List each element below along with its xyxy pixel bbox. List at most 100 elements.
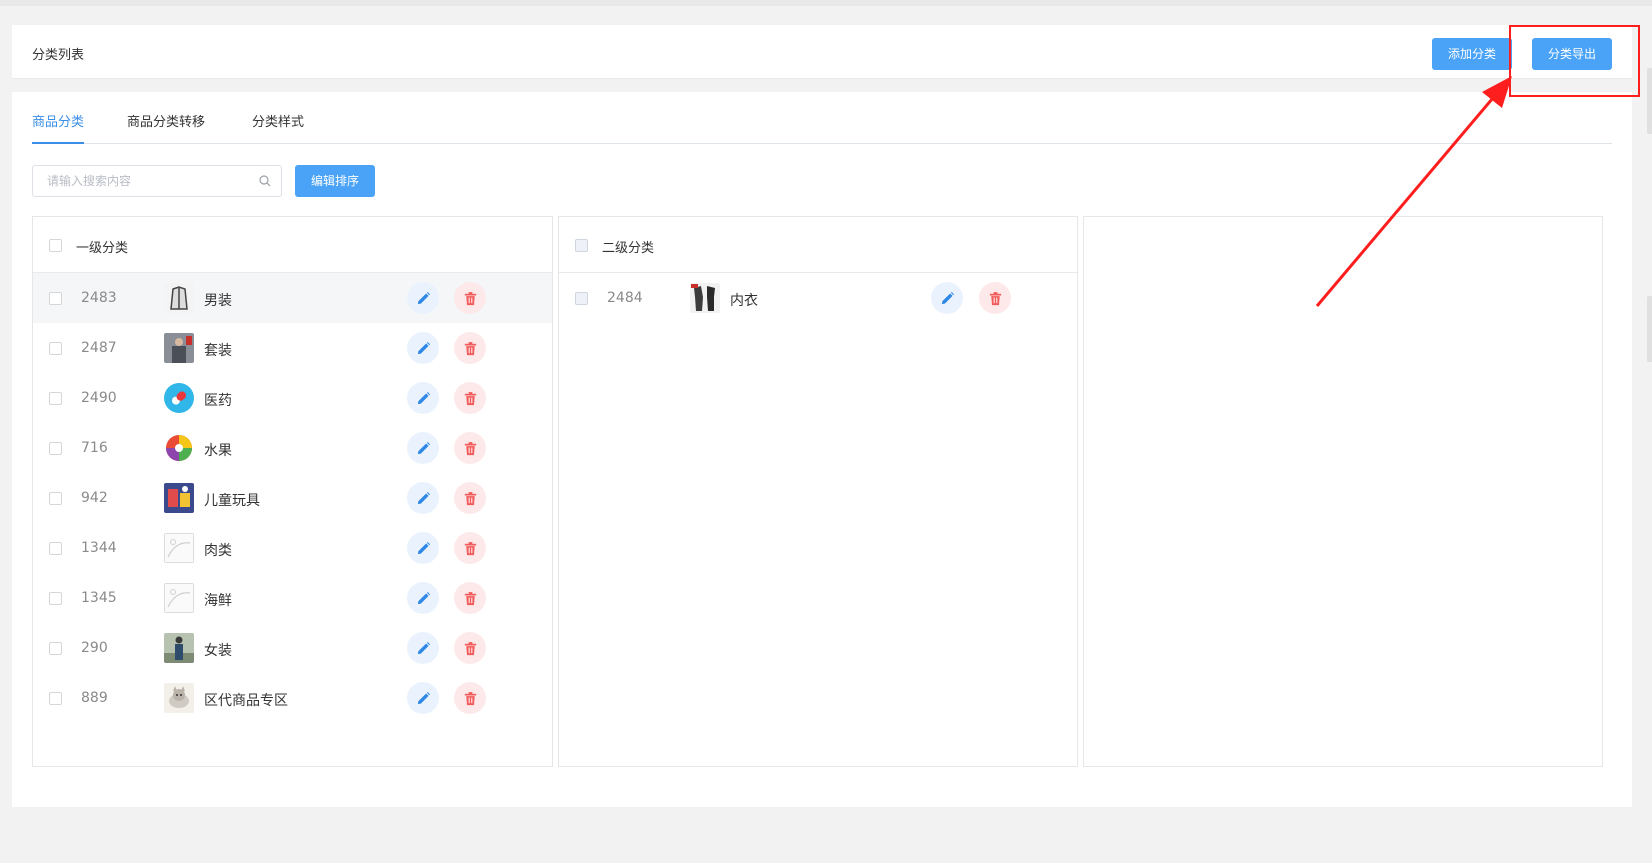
row-checkbox[interactable]	[49, 492, 62, 505]
tab-bar: 商品分类 商品分类转移 分类样式	[32, 114, 1612, 144]
trash-icon	[464, 441, 476, 455]
pencil-icon	[417, 291, 430, 304]
toy-thumbnail	[164, 483, 194, 513]
category-id: 1345	[81, 590, 117, 606]
edit-button[interactable]	[407, 582, 439, 614]
category-row[interactable]: 2484 内衣	[559, 273, 1077, 323]
category-name: 区代商品专区	[204, 693, 288, 709]
delete-button[interactable]	[454, 682, 486, 714]
level2-panel: 二级分类 2484 内衣	[558, 216, 1078, 767]
cat-thumbnail	[164, 683, 194, 713]
search-box	[32, 165, 282, 197]
delete-button[interactable]	[454, 432, 486, 464]
row-checkbox[interactable]	[49, 642, 62, 655]
level1-list: 2483 男装 2487 套装 2490 医药 716 水果 942 儿童玩具 1344 肉类 1345…	[33, 273, 552, 723]
pencil-icon	[417, 541, 430, 554]
select-all-checkbox[interactable]	[575, 239, 588, 252]
delete-button[interactable]	[454, 482, 486, 514]
page-header: 分类列表 添加分类 分类导出	[12, 25, 1632, 79]
search-icon[interactable]	[259, 175, 271, 187]
tab-product-category[interactable]: 商品分类	[32, 114, 85, 144]
category-row[interactable]: 942 儿童玩具	[33, 473, 552, 523]
row-checkbox[interactable]	[49, 592, 62, 605]
row-checkbox[interactable]	[49, 542, 62, 555]
delete-button[interactable]	[454, 532, 486, 564]
row-checkbox[interactable]	[575, 292, 588, 305]
delete-button[interactable]	[454, 332, 486, 364]
add-category-button[interactable]: 添加分类	[1432, 38, 1512, 70]
coat-thumbnail	[164, 283, 194, 313]
category-id: 1344	[81, 540, 117, 556]
row-checkbox[interactable]	[49, 342, 62, 355]
underwear-thumbnail	[690, 283, 720, 313]
trash-icon	[464, 591, 476, 605]
tab-category-transfer[interactable]: 商品分类转移	[127, 114, 205, 144]
category-id: 716	[81, 440, 108, 456]
delete-button[interactable]	[979, 282, 1011, 314]
side-tab[interactable]	[1647, 296, 1652, 362]
trash-icon	[464, 641, 476, 655]
edit-button[interactable]	[407, 632, 439, 664]
pencil-icon	[941, 291, 954, 304]
edit-button[interactable]	[407, 432, 439, 464]
edit-button[interactable]	[407, 682, 439, 714]
row-checkbox[interactable]	[49, 392, 62, 405]
category-row[interactable]: 2487 套装	[33, 323, 552, 373]
suit-thumbnail	[164, 333, 194, 363]
edit-button[interactable]	[407, 482, 439, 514]
category-id: 2490	[81, 390, 117, 406]
trash-icon	[464, 491, 476, 505]
category-row[interactable]: 2483 男装	[33, 273, 552, 323]
pencil-icon	[417, 341, 430, 354]
category-name: 男装	[204, 293, 232, 309]
category-row[interactable]: 1345 海鲜	[33, 573, 552, 623]
category-id: 290	[81, 640, 108, 656]
category-id: 889	[81, 690, 108, 706]
delete-button[interactable]	[454, 282, 486, 314]
level2-header: 二级分类	[559, 217, 1077, 273]
level2-list: 2484 内衣	[559, 273, 1077, 323]
category-name: 水果	[204, 443, 232, 459]
category-row[interactable]: 290 女装	[33, 623, 552, 673]
edit-button[interactable]	[407, 532, 439, 564]
pencil-icon	[417, 641, 430, 654]
trash-icon	[464, 341, 476, 355]
category-row[interactable]: 1344 肉类	[33, 523, 552, 573]
fruit-thumbnail	[164, 433, 194, 463]
side-tab[interactable]	[1647, 68, 1652, 134]
category-id: 2487	[81, 340, 117, 356]
category-row[interactable]: 889 区代商品专区	[33, 673, 552, 723]
pencil-icon	[417, 391, 430, 404]
edit-sort-button[interactable]: 编辑排序	[295, 165, 375, 197]
delete-button[interactable]	[454, 632, 486, 664]
edit-button[interactable]	[407, 282, 439, 314]
main-card: 商品分类 商品分类转移 分类样式 编辑排序 一级分类 2483男装2487套装2…	[12, 92, 1632, 807]
edit-button[interactable]	[407, 382, 439, 414]
select-all-checkbox[interactable]	[49, 239, 62, 252]
row-checkbox[interactable]	[49, 692, 62, 705]
pencil-icon	[417, 591, 430, 604]
women-thumbnail	[164, 633, 194, 663]
category-name: 内衣	[730, 293, 758, 309]
edit-button[interactable]	[931, 282, 963, 314]
annotation-highlight-box	[1509, 25, 1640, 97]
category-name: 女装	[204, 643, 232, 659]
category-name: 医药	[204, 393, 232, 409]
category-row[interactable]: 716 水果	[33, 423, 552, 473]
delete-button[interactable]	[454, 382, 486, 414]
category-name: 海鲜	[204, 593, 232, 609]
delete-button[interactable]	[454, 582, 486, 614]
search-input[interactable]	[33, 166, 243, 196]
trash-icon	[464, 691, 476, 705]
level1-header: 一级分类	[33, 217, 552, 273]
edit-button[interactable]	[407, 332, 439, 364]
row-checkbox[interactable]	[49, 442, 62, 455]
image-placeholder	[164, 533, 194, 563]
trash-icon	[464, 391, 476, 405]
category-name: 肉类	[204, 543, 232, 559]
page-title: 分类列表	[32, 48, 85, 63]
category-name: 儿童玩具	[204, 493, 260, 509]
category-row[interactable]: 2490 医药	[33, 373, 552, 423]
row-checkbox[interactable]	[49, 292, 62, 305]
tab-category-style[interactable]: 分类样式	[252, 114, 304, 144]
